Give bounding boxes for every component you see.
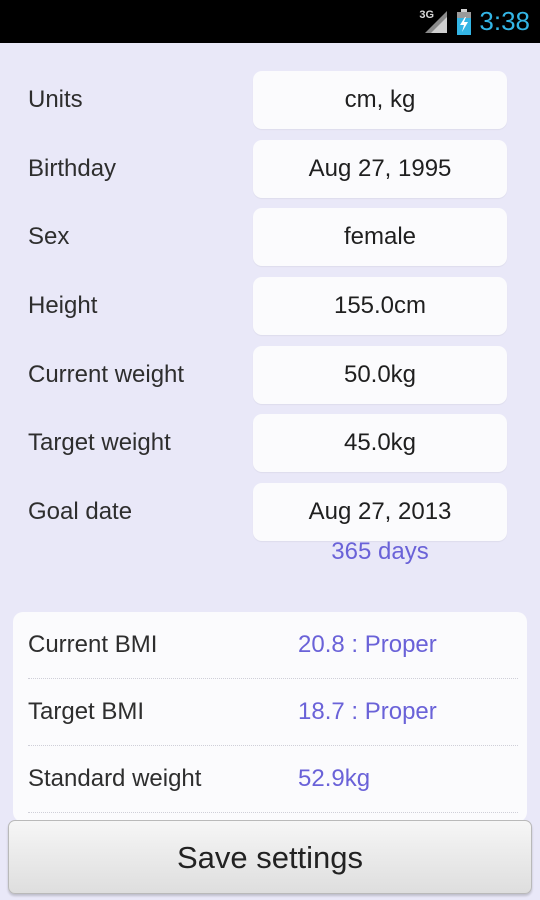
- target-bmi-row: Target BMI 18.7 : Proper: [13, 679, 527, 745]
- save-settings-button[interactable]: Save settings: [8, 820, 532, 894]
- current-weight-row: Current weight 50.0kg: [0, 346, 540, 404]
- sex-field[interactable]: female: [253, 208, 507, 266]
- goal-date-label: Goal date: [28, 498, 133, 525]
- birthday-row: Birthday Aug 27, 1995: [0, 140, 540, 198]
- days-until-goal: 365 days: [331, 538, 429, 565]
- status-indicators: 3G 3:38: [419, 0, 530, 43]
- network-signal: 3G: [419, 7, 449, 37]
- birthday-field[interactable]: Aug 27, 1995: [253, 140, 507, 198]
- target-bmi-value: 18.7 : Proper: [298, 698, 437, 725]
- status-bar: 3G 3:38: [0, 0, 540, 43]
- bmi-summary-card: Current BMI 20.8 : Proper Target BMI 18.…: [13, 612, 527, 822]
- sex-label: Sex: [28, 223, 70, 250]
- height-label: Height: [28, 292, 98, 319]
- status-clock: 3:38: [479, 6, 530, 36]
- height-row: Height 155.0cm: [0, 277, 540, 335]
- signal-icon: [425, 10, 448, 33]
- target-weight-row: Target weight 45.0kg: [0, 414, 540, 472]
- sex-row: Sex female: [0, 208, 540, 266]
- save-bar: Save settings: [0, 812, 540, 900]
- current-weight-label: Current weight: [28, 361, 185, 388]
- goal-date-field[interactable]: Aug 27, 2013: [253, 483, 507, 541]
- standard-weight-value: 52.9kg: [298, 765, 371, 792]
- current-bmi-value: 20.8 : Proper: [298, 631, 437, 658]
- goal-date-row: Goal date Aug 27, 2013: [0, 483, 540, 541]
- target-bmi-label: Target BMI: [28, 698, 145, 725]
- birthday-label: Birthday: [28, 155, 117, 182]
- units-field[interactable]: cm, kg: [253, 71, 507, 129]
- current-weight-field[interactable]: 50.0kg: [253, 346, 507, 404]
- target-weight-label: Target weight: [28, 429, 171, 456]
- standard-weight-row: Standard weight 52.9kg: [13, 746, 527, 812]
- battery-charging-icon: [457, 8, 472, 35]
- standard-weight-label: Standard weight: [28, 765, 202, 792]
- units-row: Units cm, kg: [0, 71, 540, 129]
- current-bmi-row: Current BMI 20.8 : Proper: [13, 612, 527, 678]
- target-weight-field[interactable]: 45.0kg: [253, 414, 507, 472]
- units-label: Units: [28, 86, 83, 113]
- current-bmi-label: Current BMI: [28, 631, 158, 658]
- height-field[interactable]: 155.0cm: [253, 277, 507, 335]
